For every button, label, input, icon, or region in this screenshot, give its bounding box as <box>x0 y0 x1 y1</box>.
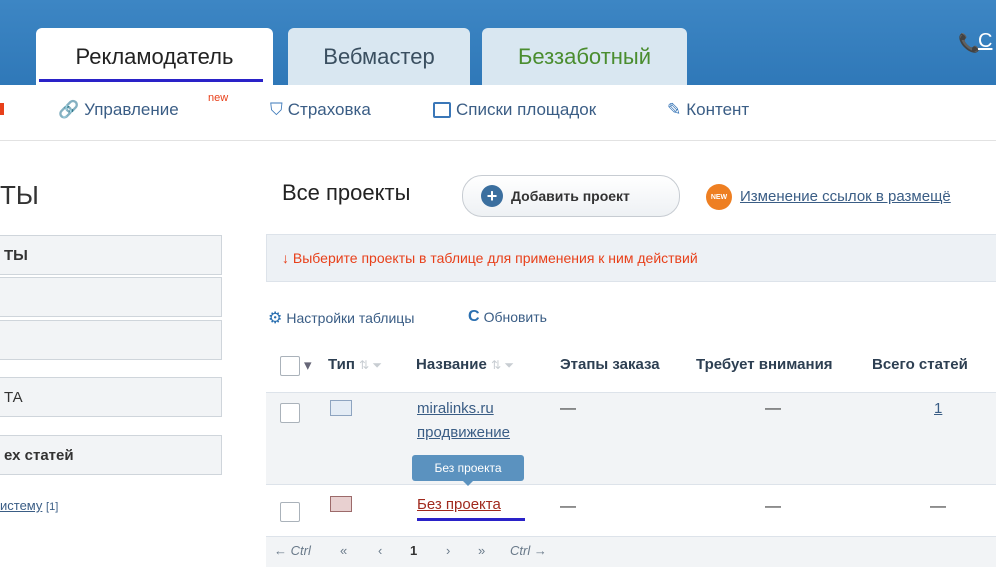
subnav-item-label: Страховка <box>287 100 371 119</box>
sidebar-box-2[interactable] <box>0 277 222 317</box>
shield-icon: ⛉ <box>270 100 283 119</box>
select-all-checkbox[interactable] <box>280 356 300 376</box>
column-total-articles[interactable]: Всего статей <box>872 356 968 373</box>
subnav-item-content[interactable]: ✎ Контент <box>667 100 749 120</box>
table-row <box>266 393 996 485</box>
column-attention[interactable]: Требует внимания <box>696 356 833 373</box>
refresh-label: Обновить <box>483 309 547 325</box>
attention-value: — <box>765 400 781 417</box>
refresh-icon: C <box>468 308 480 325</box>
attention-value: — <box>765 498 781 515</box>
gear-icon: ⚙ <box>268 310 283 327</box>
table-settings-label: Настройки таблицы <box>286 310 415 326</box>
column-name[interactable]: Название ⇅ ⏷ <box>416 356 514 373</box>
subnav-item-label: Управление <box>84 100 179 119</box>
new-badge-icon: NEW <box>706 184 732 210</box>
stages-value: — <box>560 498 576 515</box>
sidebar-title: ТЫ <box>0 180 39 210</box>
highlight-underline <box>417 518 525 521</box>
pager-next-button[interactable]: › <box>446 543 450 558</box>
sidebar-box-4[interactable]: ТА <box>0 377 222 417</box>
subnav-item-insurance[interactable]: ⛉ Страховка <box>270 100 371 120</box>
subnav-item-label: Контент <box>686 100 750 119</box>
plus-icon: + <box>481 185 503 207</box>
row-checkbox[interactable] <box>280 403 300 423</box>
pager-first-button[interactable]: « <box>340 543 347 558</box>
subnav-item-site-lists[interactable]: Списки площадок <box>433 100 596 120</box>
row-checkbox[interactable] <box>280 502 300 522</box>
column-type[interactable]: Тип ⇅ ⏷ <box>328 356 382 373</box>
notice-text: ↓ Выберите проекты в таблице для примене… <box>282 250 698 266</box>
no-project-link[interactable]: Без проекта <box>417 496 501 513</box>
folder-icon <box>330 400 352 416</box>
pager-last-button[interactable]: » <box>478 543 485 558</box>
pagination-bar <box>266 536 996 567</box>
select-dropdown-icon[interactable]: ▾ <box>304 356 312 374</box>
table-settings-link[interactable]: ⚙ Настройки таблицы <box>268 308 414 328</box>
column-stages[interactable]: Этапы заказа <box>560 356 660 373</box>
tab-carefree[interactable]: Беззаботный <box>482 28 687 85</box>
tab-webmaster[interactable]: Вебмастер <box>288 28 470 85</box>
pager-prev-ctrl[interactable]: ← Ctrl <box>274 543 311 558</box>
tooltip: Без проекта <box>412 455 524 481</box>
sidebar-box-3[interactable] <box>0 320 222 360</box>
sidebar-system-link[interactable]: истему [1] <box>0 498 58 513</box>
link-icon: 🔗 <box>58 100 80 119</box>
pager-current-page[interactable]: 1 <box>410 543 417 558</box>
sidebar-box-all-articles[interactable]: ех статей <box>0 435 222 475</box>
list-icon <box>433 102 451 118</box>
pager-prev-button[interactable]: ‹ <box>378 543 382 558</box>
sidebar-box-projects[interactable]: ТЫ <box>0 235 222 275</box>
active-tab-underline <box>39 79 263 82</box>
new-badge: new <box>208 92 229 104</box>
edit-icon: ✎ <box>667 100 682 119</box>
total-value: — <box>930 498 946 515</box>
add-project-button[interactable]: + Добавить проект <box>462 175 680 217</box>
add-project-label: Добавить проект <box>511 188 630 204</box>
refresh-link[interactable]: C Обновить <box>468 308 547 326</box>
project-name-link[interactable]: miralinks.ru продвижение <box>417 397 510 445</box>
subnav-item-label: Списки площадок <box>456 100 597 119</box>
phone-link[interactable]: С <box>978 30 992 53</box>
tab-advertiser[interactable]: Рекламодатель <box>36 28 273 85</box>
tooltip-arrow <box>462 480 474 486</box>
total-articles-link[interactable]: 1 <box>934 400 942 418</box>
subnav-item-management[interactable]: 🔗 Управление <box>58 100 179 120</box>
news-link[interactable]: Изменение ссылок в размещё <box>740 188 951 205</box>
folder-red-icon <box>330 496 352 512</box>
cut-nav-item-marker <box>0 103 4 115</box>
page-title: Все проекты <box>282 180 411 205</box>
pager-next-ctrl[interactable]: Ctrl → <box>510 543 547 558</box>
stages-value: — <box>560 400 576 417</box>
